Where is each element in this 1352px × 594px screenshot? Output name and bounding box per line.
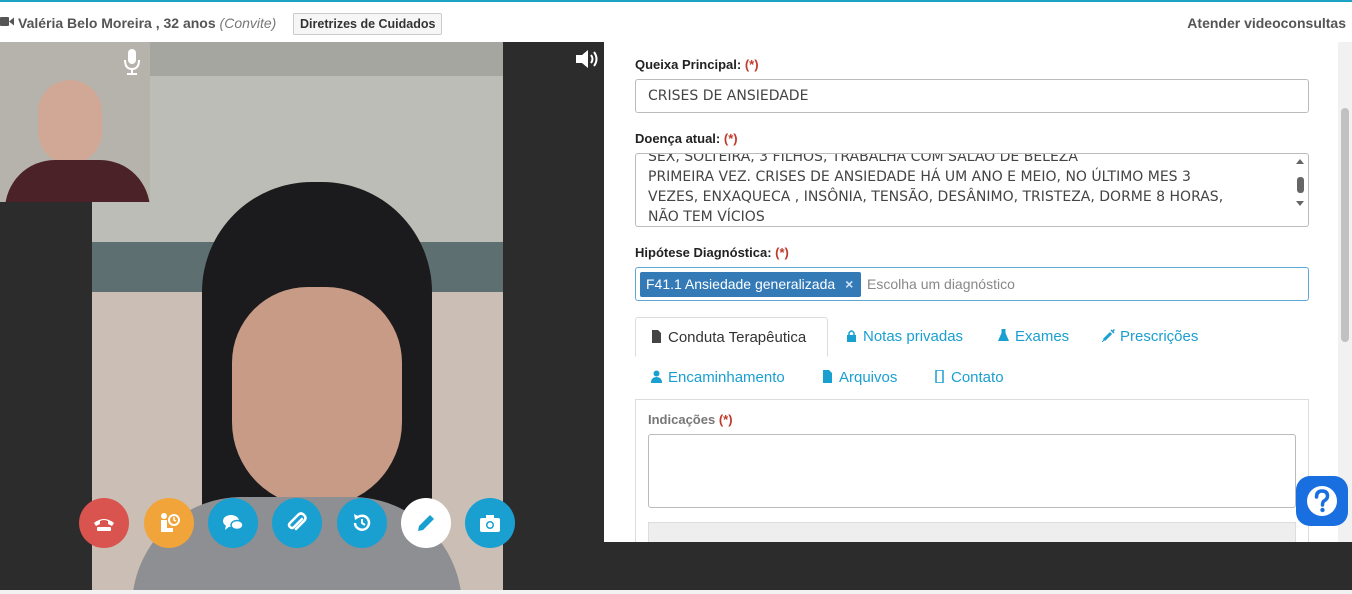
hipotese-label: Hipótese Diagnóstica: (*) xyxy=(635,245,789,260)
diagnosis-chip[interactable]: F41.1 Ansiedade generalizada × xyxy=(640,272,862,297)
help-button[interactable] xyxy=(1296,476,1348,526)
care-guidelines-button[interactable]: Diretrizes de Cuidados xyxy=(293,13,443,35)
microphone-icon[interactable] xyxy=(122,48,142,76)
patient-name: Valéria Belo Moreira , 32 anos (Convite) xyxy=(18,15,277,31)
chat-button[interactable] xyxy=(208,498,258,548)
doenca-line: VEZES, ENXAQUECA , INSÔNIA, TENSÃO, DESÂ… xyxy=(648,189,1224,205)
phone-hangup-icon xyxy=(94,519,114,531)
tabs: Conduta Terapêutica Notas privadas Exame… xyxy=(635,317,1309,399)
diagnosis-select[interactable]: F41.1 Ansiedade generalizada × Escolha um… xyxy=(635,267,1309,301)
lock-icon xyxy=(847,330,856,342)
tab-exames[interactable]: Exames xyxy=(997,317,1069,357)
video-overlay-bar xyxy=(150,42,503,76)
doenca-field[interactable]: SEX, SOLTEIRA, 3 FILHOS, TRABALHA COM SA… xyxy=(635,153,1309,227)
invite-label: (Convite) xyxy=(219,15,277,31)
edit-button[interactable] xyxy=(401,498,451,548)
remove-chip-icon[interactable]: × xyxy=(841,272,857,297)
tab-prescricoes[interactable]: Prescrições xyxy=(1102,317,1198,357)
queixa-label: Queixa Principal: (*) xyxy=(635,57,759,72)
screenshot-button[interactable] xyxy=(465,498,515,548)
tab-conduta[interactable]: Conduta Terapêutica xyxy=(635,317,828,357)
doenca-line: SEX, SOLTEIRA, 3 FILHOS, TRABALHA COM SA… xyxy=(648,153,1078,165)
chat-icon xyxy=(223,515,244,531)
tab-notas[interactable]: Notas privadas xyxy=(845,317,963,357)
camera-icon xyxy=(480,515,500,532)
clock-person-icon xyxy=(161,513,180,532)
speaker-icon[interactable] xyxy=(574,48,600,70)
file-icon xyxy=(823,370,832,383)
panel-scrollbar[interactable] xyxy=(1338,42,1352,542)
doenca-label: Doença atual: (*) xyxy=(635,131,738,146)
queixa-field[interactable]: CRISES DE ANSIEDADE xyxy=(635,79,1309,113)
syringe-icon xyxy=(1102,329,1115,342)
doctor-icon xyxy=(651,370,662,383)
scrollbar-thumb[interactable] xyxy=(1341,108,1349,342)
history-button[interactable] xyxy=(337,498,387,548)
consultation-form-panel: Queixa Principal: (*) CRISES DE ANSIEDAD… xyxy=(604,42,1352,542)
indicacoes-field[interactable] xyxy=(648,434,1296,508)
indicacoes-label: Indicações (*) xyxy=(648,412,733,427)
pencil-icon xyxy=(418,515,434,531)
mobile-phone-icon xyxy=(935,370,944,383)
tab-contato[interactable]: Contato xyxy=(933,358,1004,398)
document-icon xyxy=(652,330,661,343)
attach-button[interactable] xyxy=(272,498,322,548)
hangup-button[interactable] xyxy=(79,498,129,548)
doenca-line: PRIMEIRA VEZ. CRISES DE ANSIEDADE HÁ UM … xyxy=(648,169,1191,185)
tab-encaminhamento[interactable]: Encaminhamento xyxy=(650,358,785,398)
history-icon xyxy=(353,514,371,531)
video-camera-icon xyxy=(0,17,14,26)
paperclip-icon xyxy=(287,512,307,531)
flask-icon xyxy=(998,329,1009,341)
doenca-line: NÃO TEM VÍCIOS xyxy=(648,209,765,225)
tab-arquivos[interactable]: Arquivos xyxy=(821,358,897,398)
page-title: Atender videoconsultas xyxy=(1187,15,1346,31)
textarea-scrollbar[interactable] xyxy=(1294,157,1306,227)
toolbar-area xyxy=(648,522,1296,542)
diagnosis-search-input[interactable]: Escolha um diagnóstico xyxy=(867,276,1015,292)
bottom-strip xyxy=(0,590,1352,594)
top-bar: Valéria Belo Moreira , 32 anos (Convite)… xyxy=(0,0,1352,42)
tab-content-conduta: Indicações (*) xyxy=(635,399,1309,542)
question-icon xyxy=(1307,486,1337,516)
waiting-room-button[interactable] xyxy=(144,498,194,548)
